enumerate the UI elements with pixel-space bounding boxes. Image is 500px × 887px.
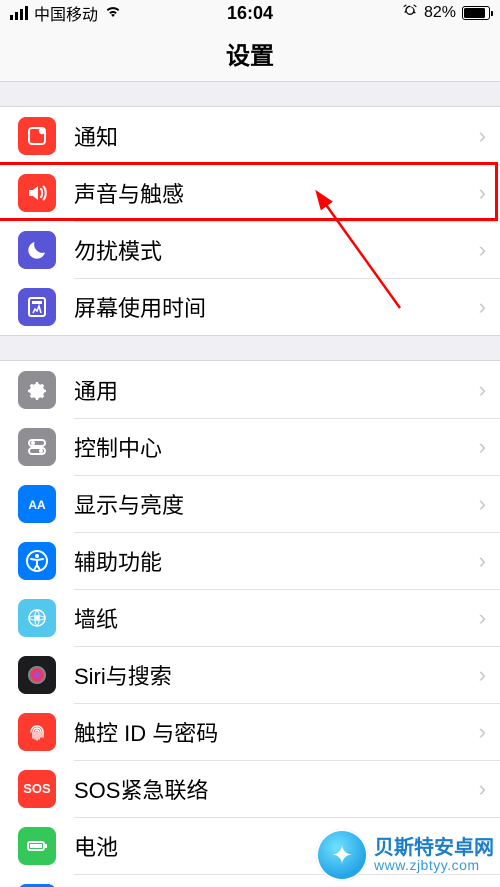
svg-text:AA: AA bbox=[28, 497, 46, 511]
settings-row-touchid[interactable]: 触控 ID 与密码› bbox=[0, 703, 500, 760]
privacy-icon bbox=[18, 884, 56, 887]
row-label: 通用 bbox=[74, 374, 479, 406]
settings-row-notifications[interactable]: 通知› bbox=[0, 107, 500, 164]
battery-icon bbox=[18, 827, 56, 865]
sos-icon: SOS bbox=[18, 770, 56, 808]
chevron-right-icon: › bbox=[479, 605, 486, 631]
watermark-title: 贝斯特安卓网 bbox=[374, 838, 494, 858]
chevron-right-icon: › bbox=[479, 294, 486, 320]
settings-group-1: 通知›声音与触感›勿扰模式›屏幕使用时间› bbox=[0, 106, 500, 336]
nav-bar: 设置 bbox=[0, 26, 500, 82]
status-bar: 中国移动 16:04 82% bbox=[0, 0, 500, 26]
chevron-right-icon: › bbox=[479, 123, 486, 149]
row-label: Siri与搜索 bbox=[74, 659, 479, 691]
chevron-right-icon: › bbox=[479, 377, 486, 403]
row-label: SOS紧急联络 bbox=[74, 773, 479, 805]
chevron-right-icon: › bbox=[479, 776, 486, 802]
display-icon: AA bbox=[18, 485, 56, 523]
chevron-right-icon: › bbox=[479, 434, 486, 460]
settings-row-sos[interactable]: SOS SOS紧急联络› bbox=[0, 760, 500, 817]
settings-row-accessibility[interactable]: 辅助功能› bbox=[0, 532, 500, 589]
alarm-icon bbox=[402, 3, 418, 24]
settings-row-screentime[interactable]: 屏幕使用时间› bbox=[0, 278, 500, 335]
chevron-right-icon: › bbox=[479, 662, 486, 688]
settings-row-general[interactable]: 通用› bbox=[0, 361, 500, 418]
row-label: 控制中心 bbox=[74, 431, 479, 463]
chevron-right-icon: › bbox=[479, 180, 486, 206]
row-label: 通知 bbox=[74, 120, 479, 152]
watermark-url: www.zjbtyy.com bbox=[374, 858, 494, 872]
page-title: 设置 bbox=[226, 36, 274, 71]
chevron-right-icon: › bbox=[479, 237, 486, 263]
watermark: ✦ 贝斯特安卓网 www.zjbtyy.com bbox=[316, 829, 494, 881]
settings-row-wallpaper[interactable]: 墙纸› bbox=[0, 589, 500, 646]
battery-icon bbox=[462, 6, 490, 20]
accessibility-icon bbox=[18, 542, 56, 580]
wallpaper-icon bbox=[18, 599, 56, 637]
row-label: 屏幕使用时间 bbox=[74, 291, 479, 323]
row-label: 显示与亮度 bbox=[74, 488, 479, 520]
touchid-icon bbox=[18, 713, 56, 751]
clock-label: 16:04 bbox=[227, 3, 273, 24]
chevron-right-icon: › bbox=[479, 719, 486, 745]
settings-row-dnd[interactable]: 勿扰模式› bbox=[0, 221, 500, 278]
siri-icon bbox=[18, 656, 56, 694]
battery-pct-label: 82% bbox=[424, 4, 456, 22]
settings-row-sound[interactable]: 声音与触感› bbox=[0, 164, 500, 221]
notifications-icon bbox=[18, 117, 56, 155]
chevron-right-icon: › bbox=[479, 548, 486, 574]
watermark-logo-icon: ✦ bbox=[316, 829, 368, 881]
row-label: 声音与触感 bbox=[74, 177, 479, 209]
row-label: 触控 ID 与密码 bbox=[74, 716, 479, 748]
control-icon bbox=[18, 428, 56, 466]
general-icon bbox=[18, 371, 56, 409]
settings-row-siri[interactable]: Siri与搜索› bbox=[0, 646, 500, 703]
row-label: 墙纸 bbox=[74, 602, 479, 634]
wifi-icon bbox=[104, 4, 122, 23]
row-label: 辅助功能 bbox=[74, 545, 479, 577]
sound-icon bbox=[18, 174, 56, 212]
dnd-icon bbox=[18, 231, 56, 269]
settings-group-2: 通用›控制中心›AA显示与亮度›辅助功能›墙纸›Siri与搜索›触控 ID 与密… bbox=[0, 360, 500, 887]
row-label: 勿扰模式 bbox=[74, 234, 479, 266]
chevron-right-icon: › bbox=[479, 491, 486, 517]
signal-icon bbox=[10, 6, 28, 20]
settings-row-display[interactable]: AA 显示与亮度› bbox=[0, 475, 500, 532]
settings-row-control[interactable]: 控制中心› bbox=[0, 418, 500, 475]
screentime-icon bbox=[18, 288, 56, 326]
carrier-label: 中国移动 bbox=[34, 1, 98, 25]
